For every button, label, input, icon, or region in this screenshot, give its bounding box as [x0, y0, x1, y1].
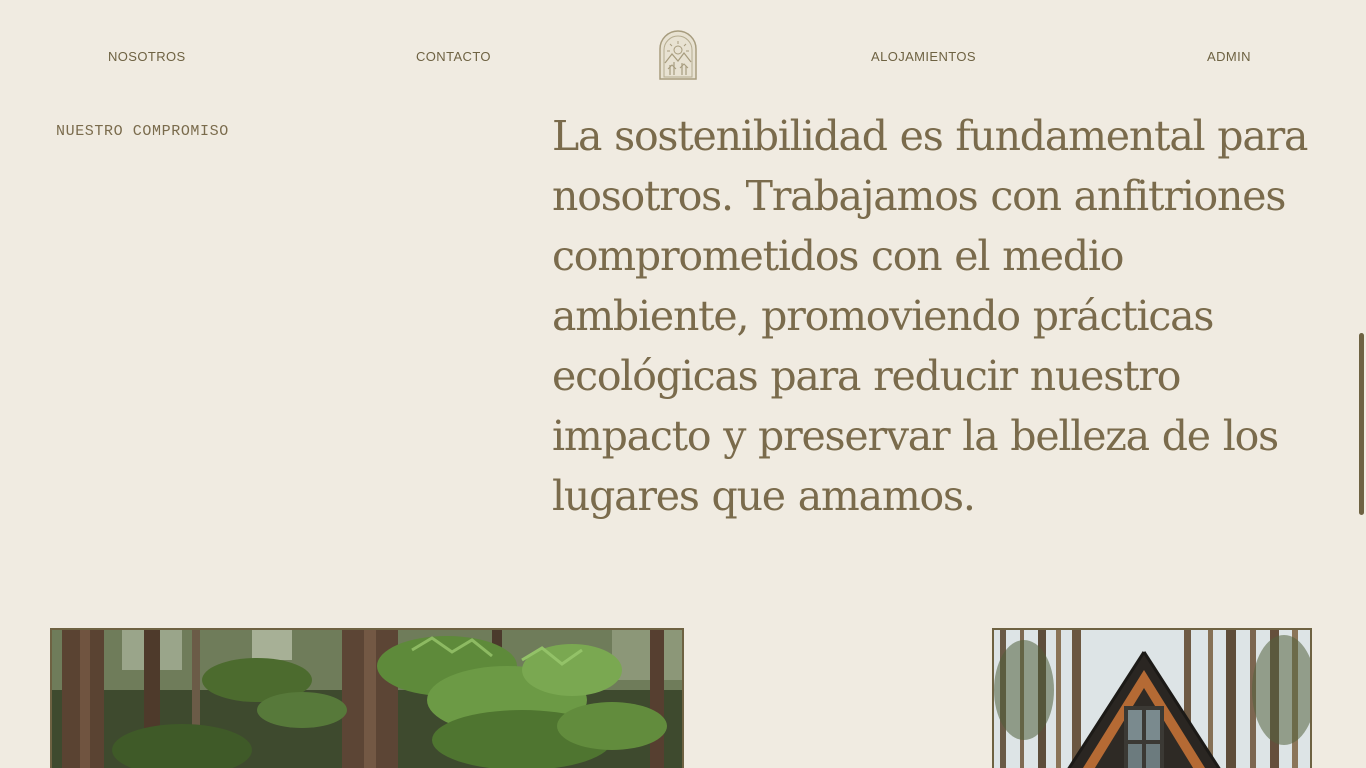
- scrollbar[interactable]: [1356, 0, 1366, 768]
- forest-photo: [50, 628, 684, 768]
- nav-admin[interactable]: ADMIN: [1207, 49, 1251, 64]
- nav-nosotros[interactable]: NOSOTROS: [108, 49, 186, 64]
- nav-contacto[interactable]: CONTACTO: [416, 49, 491, 64]
- section-label-commitment: NUESTRO COMPROMISO: [56, 123, 229, 140]
- cabin-arch-logo-icon[interactable]: [656, 29, 700, 81]
- scrollbar-thumb[interactable]: [1359, 333, 1364, 515]
- nav-alojamientos[interactable]: ALOJAMIENTOS: [871, 49, 976, 64]
- a-frame-cabin-photo: [992, 628, 1312, 768]
- commitment-statement: La sostenibilidad es fundamental para no…: [552, 112, 1308, 520]
